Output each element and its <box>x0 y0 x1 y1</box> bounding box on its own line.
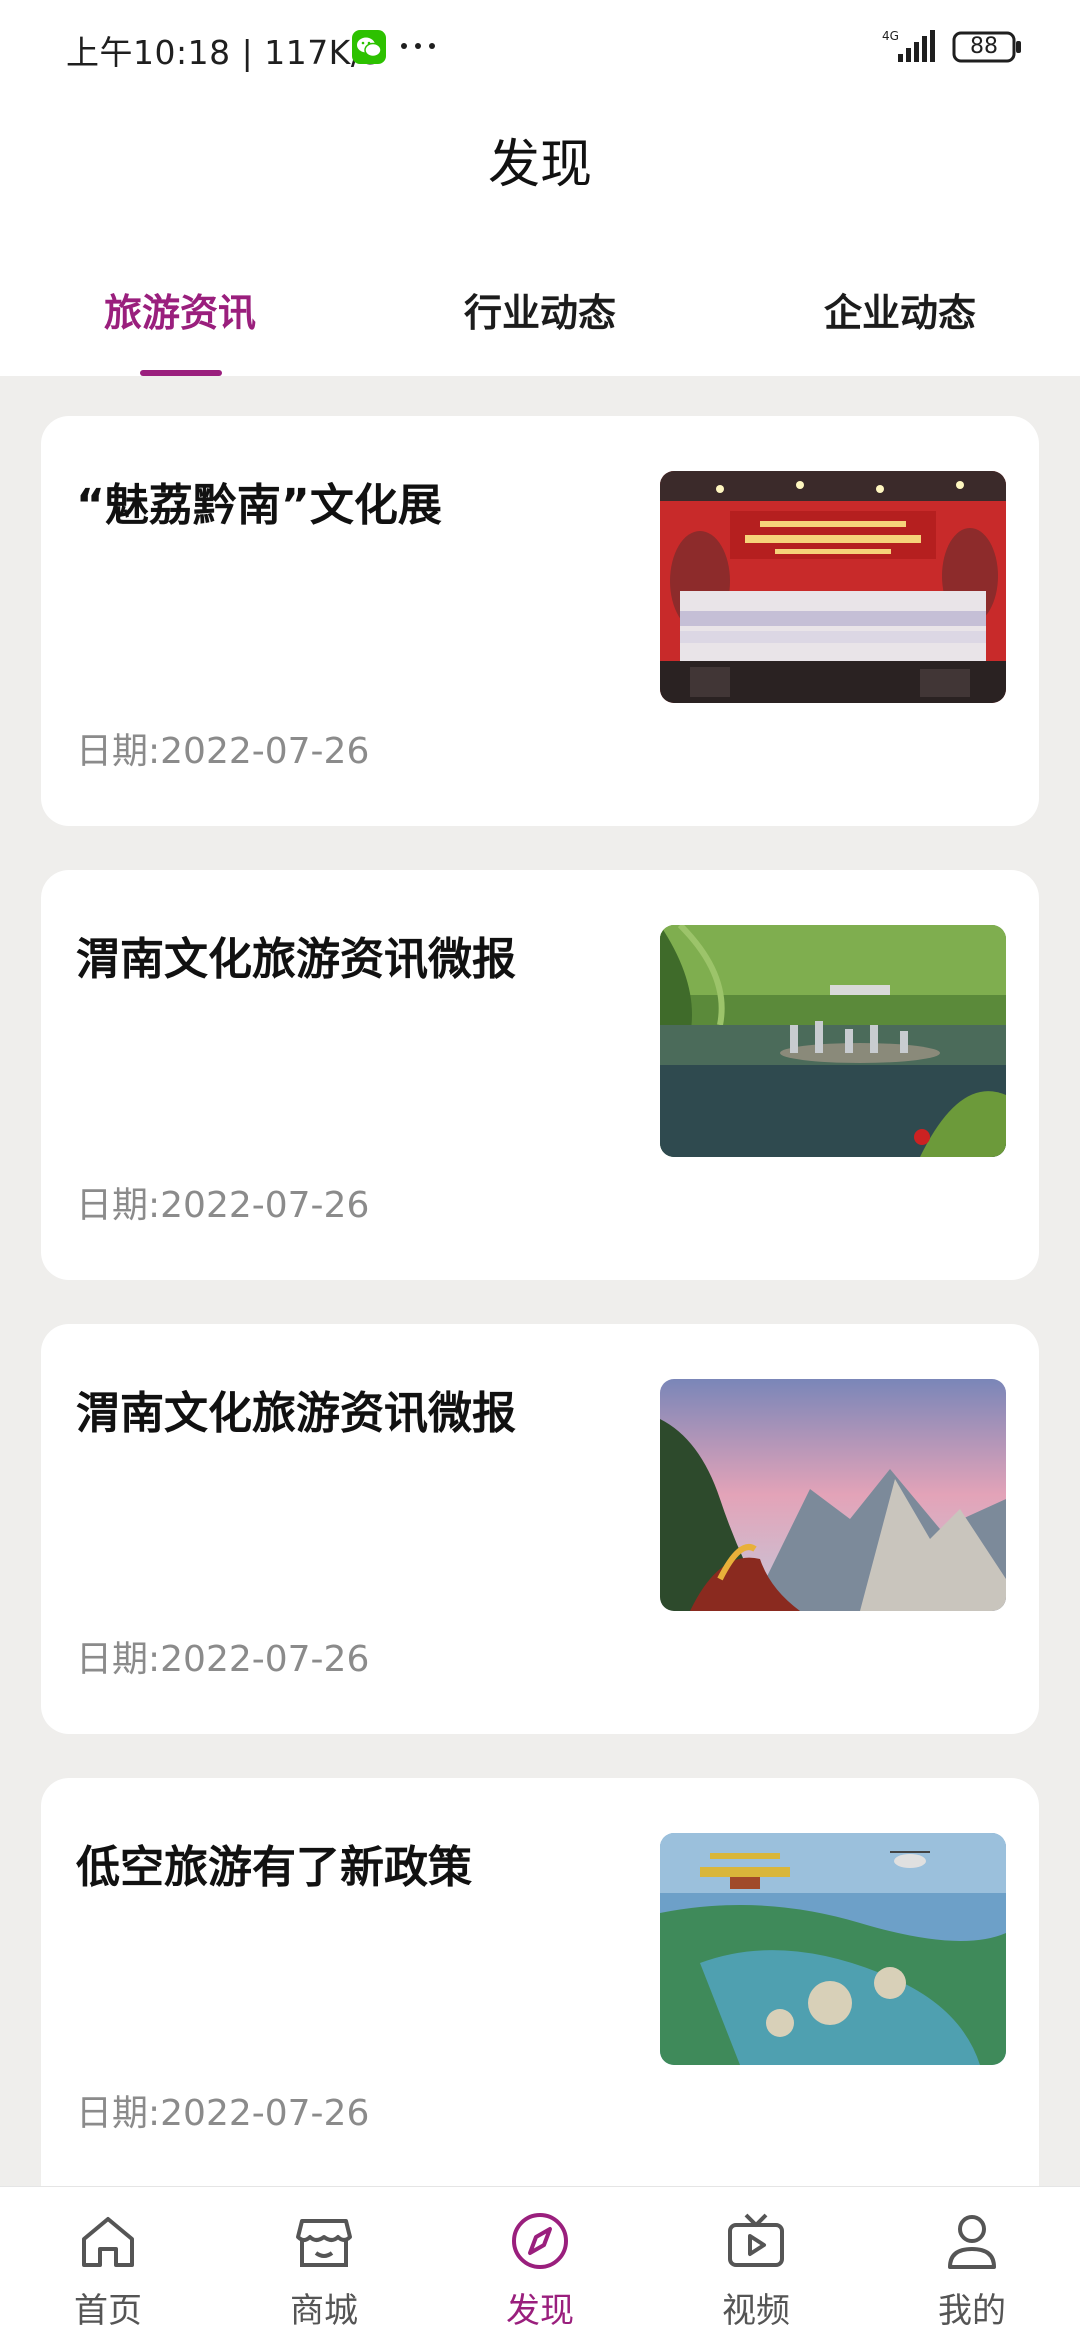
article-thumbnail-mountain <box>660 1379 1006 1611</box>
nav-label: 首页 <box>74 2291 142 2331</box>
user-icon <box>948 2215 996 2269</box>
article-date: 日期:2022-07-26 <box>76 2093 370 2134</box>
status-time: 上午10:18 | 117K/s <box>66 33 381 72</box>
nav-label: 视频 <box>722 2291 790 2331</box>
nav-label: 我的 <box>938 2291 1006 2331</box>
article-title: “魅荔黔南”文化展 <box>76 480 442 531</box>
article-date: 日期:2022-07-26 <box>76 1639 370 1680</box>
active-tab-indicator <box>140 370 222 376</box>
nav-label: 发现 <box>506 2291 574 2331</box>
article-title: 低空旅游有了新政策 <box>76 1842 472 1893</box>
header: 发现 旅游资讯 行业动态 企业动态 <box>0 96 1080 376</box>
compass-icon <box>512 2213 568 2269</box>
battery-level: 88 <box>970 34 998 59</box>
article-card[interactable]: “魅荔黔南”文化展 日期:2022-07-26 <box>41 416 1039 826</box>
article-title: 渭南文化旅游资讯微报 <box>76 934 516 985</box>
video-icon <box>728 2213 784 2267</box>
article-thumbnail-aerial-park <box>660 1833 1006 2065</box>
bottom-navigation: 首页 商城 发现 视频 我的 <box>0 2186 1080 2341</box>
home-icon <box>82 2217 134 2267</box>
article-thumbnail-stage-performance <box>660 471 1006 703</box>
status-bar: 上午10:18 | 117K/s 4G 88 <box>0 0 1080 96</box>
nav-item-video[interactable]: 视频 <box>648 2187 864 2341</box>
store-icon <box>296 2219 352 2267</box>
article-date: 日期:2022-07-26 <box>76 1185 370 1226</box>
nav-item-profile[interactable]: 我的 <box>864 2187 1080 2341</box>
tab-travel-news[interactable]: 旅游资讯 <box>0 282 360 337</box>
article-title: 渭南文化旅游资讯微报 <box>76 1388 516 1439</box>
article-card[interactable]: 渭南文化旅游资讯微报 日期:2022-07-26 <box>41 870 1039 1280</box>
svg-text:4G: 4G <box>882 29 899 43</box>
article-card[interactable]: 低空旅游有了新政策 日期:2022-07-26 <box>41 1778 1039 2186</box>
article-thumbnail-park-pond <box>660 925 1006 1157</box>
nav-item-discover[interactable]: 发现 <box>432 2187 648 2341</box>
article-card[interactable]: 渭南文化旅游资讯微报 日期:2022-07-26 <box>41 1324 1039 1734</box>
more-dots-icon <box>401 43 435 49</box>
nav-label: 商城 <box>290 2291 358 2331</box>
page-title: 发现 <box>487 135 592 195</box>
tab-company-news[interactable]: 企业动态 <box>720 282 1080 337</box>
tab-industry-news[interactable]: 行业动态 <box>360 282 720 337</box>
article-date: 日期:2022-07-26 <box>76 731 370 772</box>
signal-icon: 4G <box>882 29 935 62</box>
nav-item-store[interactable]: 商城 <box>216 2187 432 2341</box>
wechat-icon <box>352 30 386 64</box>
nav-item-home[interactable]: 首页 <box>0 2187 216 2341</box>
